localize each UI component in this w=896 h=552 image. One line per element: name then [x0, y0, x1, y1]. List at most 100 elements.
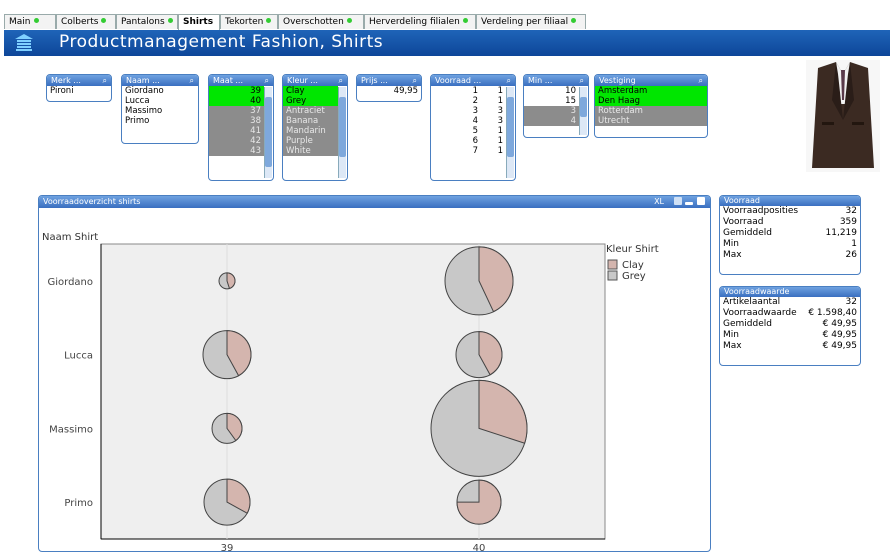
listbox-item[interactable]: 51	[431, 126, 506, 136]
item-value: 1	[472, 86, 478, 96]
item-value: 5	[472, 126, 478, 136]
listbox-title[interactable]: Prijs ... ⌕	[357, 75, 421, 86]
maximize-icon[interactable]	[697, 197, 705, 205]
listbox-maat[interactable]: Maat ... ⌕ 39 40 37 38 41 42 43	[208, 74, 274, 181]
tab-pantalons[interactable]: Pantalons	[116, 14, 178, 29]
item-text: 3	[570, 106, 576, 116]
listbox-item[interactable]: 33	[431, 106, 506, 116]
search-icon[interactable]: ⌕	[265, 75, 269, 86]
row-label: Max	[723, 250, 742, 260]
listbox-item[interactable]: 3	[524, 106, 579, 116]
listbox-min[interactable]: Min ... ⌕ 10 15 3 4	[523, 74, 589, 138]
item-text: Amsterdam	[598, 86, 648, 96]
listbox-voorraad[interactable]: Voorraad ... ⌕ 11213343516171	[430, 74, 516, 181]
listbox-item[interactable]: Lucca	[122, 96, 198, 106]
listbox-title[interactable]: Naam ... ⌕	[122, 75, 198, 86]
listbox-title[interactable]: Vestiging ⌕	[595, 75, 707, 86]
listbox-naam[interactable]: Naam ... ⌕ Giordano Lucca Massimo Primo	[121, 74, 199, 144]
search-icon[interactable]: ⌕	[699, 75, 703, 86]
listbox-item[interactable]: 43	[431, 116, 506, 126]
listbox-item[interactable]: Den Haag	[595, 96, 707, 106]
minimize-icon[interactable]	[685, 202, 693, 205]
listbox-title[interactable]: Min ... ⌕	[524, 75, 588, 86]
search-icon[interactable]: ⌕	[190, 75, 194, 86]
listbox-item[interactable]: 21	[431, 96, 506, 106]
listbox-item[interactable]: 4	[524, 116, 579, 126]
listbox-item[interactable]: Primo	[122, 116, 198, 126]
chart-panel[interactable]: Voorraadoverzicht shirts XL Naam Shirt Ma…	[38, 195, 711, 552]
listbox-item[interactable]: 38	[209, 116, 264, 126]
table-row: Max 26	[720, 250, 860, 261]
listbox-items: 49,95	[357, 86, 421, 96]
listbox-item[interactable]: Massimo	[122, 106, 198, 116]
listbox-kleur[interactable]: Kleur ... ⌕ Clay Grey Antraciet Banana Mandar…	[282, 74, 348, 181]
listbox-prijs[interactable]: Prijs ... ⌕ 49,95	[356, 74, 422, 102]
excel-icon[interactable]: XL	[654, 196, 664, 208]
tab-colberts[interactable]: Colberts	[56, 14, 116, 29]
listbox-item[interactable]: 41	[209, 126, 264, 136]
legend-label: Clay	[622, 260, 644, 271]
tab-overschotten[interactable]: Overschotten	[278, 14, 364, 29]
search-icon[interactable]: ⌕	[413, 75, 417, 86]
search-icon[interactable]: ⌕	[580, 75, 584, 86]
listbox-item[interactable]: 71	[431, 146, 506, 156]
listbox-item[interactable]: 10	[524, 86, 579, 96]
scrollbar[interactable]	[264, 87, 272, 178]
listbox-vestiging[interactable]: Vestiging ⌕ Amsterdam Den Haag Rotterdam Utr…	[594, 74, 708, 138]
row-value: € 49,95	[822, 319, 857, 329]
listbox-title[interactable]: Maat ... ⌕	[209, 75, 273, 86]
tab-main[interactable]: Main	[4, 14, 56, 29]
item-text: Banana	[286, 116, 319, 126]
listbox-item[interactable]: 43	[209, 146, 264, 156]
listbox-item[interactable]: 39	[209, 86, 264, 96]
tab-verdeling-per-filiaal[interactable]: Verdeling per filiaal	[476, 14, 586, 29]
row-value: € 1.598,40	[808, 308, 857, 318]
row-value: 26	[845, 250, 857, 260]
listbox-items: Amsterdam Den Haag Rotterdam Utrecht	[595, 86, 707, 126]
scrollbar[interactable]	[506, 87, 514, 178]
listbox-item[interactable]: 49,95	[357, 86, 421, 96]
listbox-item[interactable]: Mandarin	[283, 126, 338, 136]
listbox-item[interactable]: Purple	[283, 136, 338, 146]
voorraad-table-title: Voorraad	[720, 196, 860, 206]
listbox-item[interactable]: Amsterdam	[595, 86, 707, 96]
item-text: 43	[250, 146, 261, 156]
chart-title: Voorraadoverzicht shirts	[43, 197, 141, 206]
row-label: Artikelaantal	[723, 297, 781, 307]
listbox-title[interactable]: Voorraad ... ⌕	[431, 75, 515, 86]
listbox-item[interactable]: 61	[431, 136, 506, 146]
row-value: 359	[839, 217, 857, 227]
listbox-item[interactable]: Antraciet	[283, 106, 338, 116]
tab-shirts[interactable]: Shirts	[178, 14, 220, 30]
listbox-item[interactable]: 42	[209, 136, 264, 146]
tab-herverdeling-filialen[interactable]: Herverdeling filialen	[364, 14, 476, 29]
listbox-title[interactable]: Kleur ... ⌕	[283, 75, 347, 86]
scrollbar[interactable]	[338, 87, 346, 178]
listbox-item[interactable]: Banana	[283, 116, 338, 126]
listbox-item[interactable]: 11	[431, 86, 506, 96]
status-dot-icon	[101, 18, 107, 23]
listbox-item[interactable]: 37	[209, 106, 264, 116]
listbox-item[interactable]: Giordano	[122, 86, 198, 96]
listbox-item[interactable]: White	[283, 146, 338, 156]
listbox-merk[interactable]: Merk ... ⌕ Pironi	[46, 74, 112, 102]
tab-tekorten[interactable]: Tekorten	[220, 14, 278, 29]
listbox-item[interactable]: 15	[524, 96, 579, 106]
item-text: 40	[250, 96, 261, 106]
search-icon[interactable]: ⌕	[507, 75, 511, 86]
scrollbar[interactable]	[579, 87, 587, 135]
listbox-title[interactable]: Merk ... ⌕	[47, 75, 111, 86]
listbox-item[interactable]: Rotterdam	[595, 106, 707, 116]
status-dot-icon	[346, 18, 352, 23]
listbox-item[interactable]: Grey	[283, 96, 338, 106]
tab-label: Shirts	[183, 17, 214, 27]
listbox-item[interactable]: Pironi	[47, 86, 111, 96]
search-icon[interactable]: ⌕	[339, 75, 343, 86]
listbox-item[interactable]: Utrecht	[595, 116, 707, 126]
listbox-item[interactable]: Clay	[283, 86, 338, 96]
listbox-item[interactable]: 40	[209, 96, 264, 106]
item-text: Primo	[125, 116, 150, 126]
table-icon[interactable]	[674, 197, 682, 205]
search-icon[interactable]: ⌕	[103, 75, 107, 86]
item-text: Utrecht	[598, 116, 630, 126]
